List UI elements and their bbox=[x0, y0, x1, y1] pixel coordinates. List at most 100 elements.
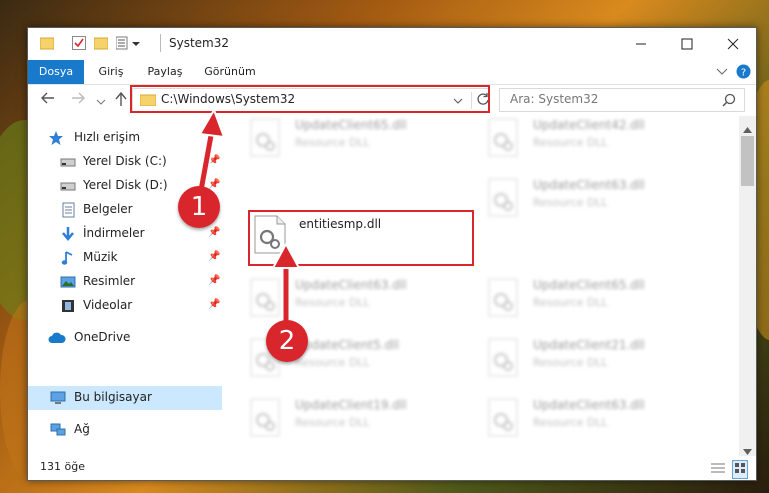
sidebar-item-music[interactable]: Müzik 📌 bbox=[28, 246, 222, 270]
file-type: Resource DLL bbox=[533, 196, 608, 209]
file-type: Resource DLL bbox=[295, 416, 370, 429]
dll-file-icon bbox=[249, 278, 283, 318]
window-title: System32 bbox=[169, 36, 230, 50]
customize-toolbar-icon[interactable] bbox=[115, 36, 142, 52]
tab-giris[interactable]: Giriş bbox=[90, 60, 132, 84]
item-count: 131 öğe bbox=[40, 460, 85, 473]
tab-gorunum[interactable]: Görünüm bbox=[198, 60, 262, 84]
list-item[interactable]: UpdateClient42.dll Resource DLL bbox=[487, 116, 707, 162]
minimize-button[interactable] bbox=[618, 28, 664, 60]
sidebar-item-local-disk-c[interactable]: Yerel Disk (C:) 📌 bbox=[28, 150, 222, 174]
sidebar-label: Yerel Disk (C:) bbox=[83, 154, 167, 168]
file-name: UpdateClient21.dll bbox=[533, 338, 645, 352]
dll-file-icon bbox=[487, 398, 521, 438]
file-name: UpdateClient5.dll bbox=[295, 338, 399, 352]
title-bar: System32 bbox=[28, 28, 756, 60]
sidebar-item-this-pc[interactable]: Bu bilgisayar bbox=[28, 386, 222, 410]
vertical-scrollbar[interactable] bbox=[739, 116, 756, 456]
up-arrow-icon[interactable] bbox=[114, 91, 128, 111]
maximize-button[interactable] bbox=[664, 28, 710, 60]
file-highlight-box bbox=[248, 210, 474, 266]
sidebar-item-onedrive[interactable]: OneDrive bbox=[28, 326, 222, 350]
tab-dosya[interactable]: Dosya bbox=[28, 60, 84, 84]
dll-file-icon bbox=[487, 178, 521, 218]
sidebar-label: Yerel Disk (D:) bbox=[83, 178, 168, 192]
list-item[interactable]: UpdateClient63.dll Resource DLL bbox=[487, 176, 707, 222]
recent-locations-icon[interactable] bbox=[96, 95, 106, 111]
list-item[interactable]: UpdateClient63.dll Resource DLL bbox=[249, 276, 469, 322]
list-item[interactable]: UpdateClient19.dll Resource DLL bbox=[249, 396, 469, 438]
sidebar-label: Resimler bbox=[83, 274, 136, 288]
properties-icon[interactable] bbox=[72, 36, 86, 52]
sidebar-item-network[interactable]: Ağ bbox=[28, 418, 222, 442]
dll-file-icon bbox=[249, 398, 283, 438]
star-icon bbox=[48, 130, 64, 146]
file-type: Resource DLL bbox=[295, 136, 370, 149]
computer-icon bbox=[50, 390, 66, 406]
title-separator bbox=[160, 34, 161, 52]
file-list: UpdateClient65.dll Resource DLL entities… bbox=[225, 116, 741, 438]
sidebar-label: Belgeler bbox=[83, 202, 133, 216]
help-icon[interactable]: ? bbox=[736, 64, 751, 82]
details-view-icon[interactable] bbox=[710, 462, 726, 477]
pin-icon[interactable]: 📌 bbox=[208, 227, 220, 238]
sidebar-label: İndirmeler bbox=[83, 226, 145, 240]
dll-file-icon bbox=[487, 278, 521, 318]
list-item[interactable]: UpdateClient65.dll Resource DLL bbox=[249, 116, 469, 162]
film-icon bbox=[60, 298, 76, 314]
navigation-pane: Hızlı erişim Yerel Disk (C:) 📌 Yerel Dis… bbox=[28, 116, 224, 438]
pin-icon[interactable]: 📌 bbox=[208, 251, 220, 262]
search-placeholder: Ara: System32 bbox=[510, 92, 599, 106]
search-box[interactable]: Ara: System32 bbox=[499, 88, 745, 112]
list-item[interactable]: UpdateClient65.dll Resource DLL bbox=[487, 276, 707, 322]
sidebar-item-videos[interactable]: Videolar 📌 bbox=[28, 294, 222, 318]
sidebar-label: Bu bilgisayar bbox=[74, 390, 152, 404]
sidebar-label: Ağ bbox=[74, 422, 90, 436]
svg-text:?: ? bbox=[741, 68, 746, 79]
file-type: Resource DLL bbox=[533, 356, 608, 369]
sidebar-label: Videolar bbox=[83, 298, 133, 312]
music-note-icon bbox=[60, 250, 76, 266]
file-type: Resource DLL bbox=[295, 356, 370, 369]
callout-badge-1: 1 bbox=[178, 186, 220, 228]
cloud-icon bbox=[48, 330, 66, 346]
file-name: UpdateClient19.dll bbox=[295, 398, 407, 412]
expand-ribbon-icon[interactable] bbox=[716, 66, 728, 80]
file-type: Resource DLL bbox=[533, 296, 608, 309]
back-arrow-icon[interactable] bbox=[40, 91, 56, 109]
dll-file-icon bbox=[249, 118, 283, 158]
download-arrow-icon bbox=[60, 226, 76, 242]
pin-icon[interactable]: 📌 bbox=[208, 155, 220, 166]
new-folder-icon[interactable] bbox=[93, 36, 109, 52]
scroll-up-icon[interactable] bbox=[743, 122, 752, 136]
drive-icon bbox=[60, 178, 76, 194]
file-type: Resource DLL bbox=[295, 296, 370, 309]
network-icon bbox=[50, 422, 66, 438]
tiles-view-icon[interactable] bbox=[732, 460, 748, 479]
tab-paylas[interactable]: Paylaş bbox=[140, 60, 190, 84]
explorer-window: System32 Dosya Giriş Paylaş Görünüm ? C:… bbox=[27, 27, 757, 481]
close-button[interactable] bbox=[710, 28, 756, 60]
file-name: UpdateClient63.dll bbox=[533, 398, 645, 412]
file-name: UpdateClient65.dll bbox=[295, 118, 407, 132]
file-name: UpdateClient63.dll bbox=[295, 278, 407, 292]
sidebar-item-quick-access[interactable]: Hızlı erişim bbox=[28, 126, 222, 150]
list-item[interactable]: UpdateClient21.dll Resource DLL bbox=[487, 336, 707, 382]
sidebar-item-pictures[interactable]: Resimler 📌 bbox=[28, 270, 222, 294]
pictures-icon bbox=[60, 274, 76, 290]
search-icon bbox=[722, 93, 736, 110]
list-item[interactable]: UpdateClient63.dll Resource DLL bbox=[487, 396, 707, 438]
pin-icon[interactable]: 📌 bbox=[208, 299, 220, 310]
file-type: Resource DLL bbox=[533, 136, 608, 149]
sidebar-label: Hızlı erişim bbox=[74, 130, 141, 144]
sidebar-label: Müzik bbox=[83, 250, 118, 264]
dll-file-icon bbox=[487, 118, 521, 158]
pin-icon[interactable]: 📌 bbox=[208, 275, 220, 286]
scrollbar-thumb[interactable] bbox=[741, 136, 754, 186]
address-highlight-box bbox=[130, 85, 490, 113]
status-bar: 131 öğe bbox=[28, 456, 756, 480]
ribbon-tabs: Dosya Giriş Paylaş Görünüm ? bbox=[28, 60, 756, 85]
forward-arrow-icon[interactable] bbox=[70, 91, 86, 109]
sidebar-label: OneDrive bbox=[74, 330, 131, 344]
file-name: UpdateClient63.dll bbox=[533, 178, 645, 192]
